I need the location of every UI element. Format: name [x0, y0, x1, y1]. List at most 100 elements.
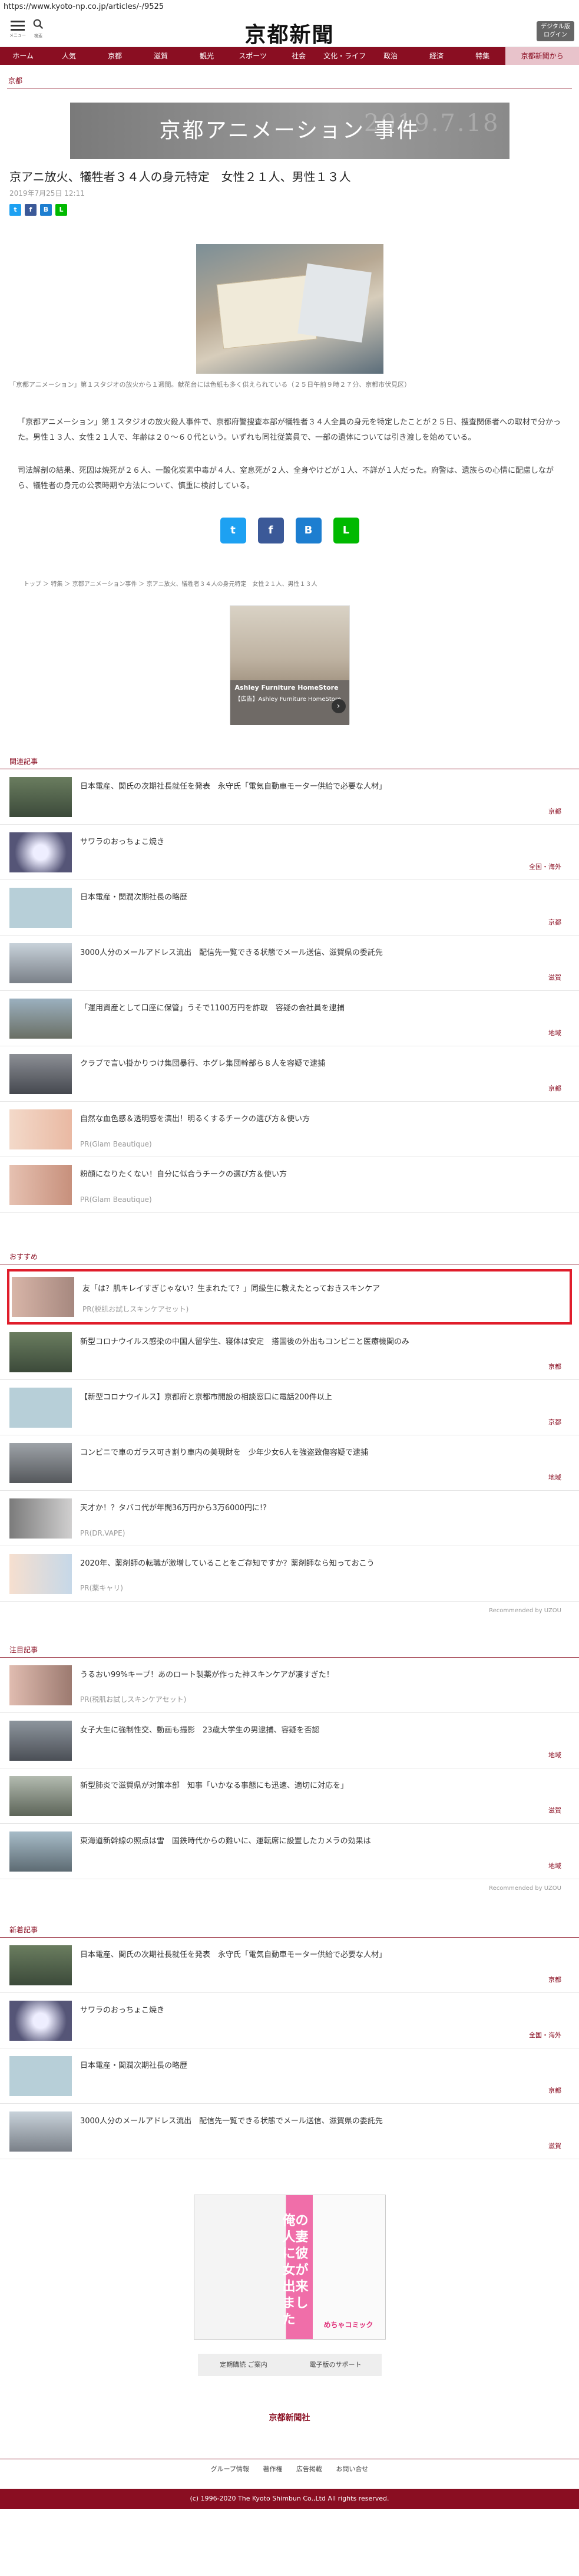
item-tag[interactable]: 滋賀 — [548, 973, 561, 982]
item-title[interactable]: うるおい99%キープ！あのロート製薬が作った神スキンケアが凄すぎた！ — [80, 1668, 561, 1679]
nav-item[interactable]: 社会 — [276, 47, 322, 65]
subscribe-link[interactable]: 定期購読 ご案内 — [198, 2354, 290, 2376]
list-item[interactable]: 2020年、薬剤師の転職が激増していることをご存知ですか？薬剤師なら知っておこう… — [0, 1546, 579, 1602]
item-tag[interactable]: 京都 — [548, 1083, 561, 1093]
list-item[interactable]: 新型肺炎で滋賀県が対策本部 知事「いかなる事態にも迅速、適切に対応を」 滋賀 — [0, 1768, 579, 1824]
item-pr[interactable]: PR(Glam Beautique) — [80, 1140, 152, 1148]
line-icon[interactable]: L — [55, 204, 67, 216]
list-item[interactable]: 東海道新幹線の照点は雪 国鉄時代からの難いに、運転席に設置したカメラの効果は 地… — [0, 1824, 579, 1879]
item-tag[interactable]: 滋賀 — [548, 2141, 561, 2150]
item-title[interactable]: 女子大生に強制性交、動画も撮影 23歳大学生の男逮捕、容疑を否認 — [80, 1724, 561, 1735]
breadcrumb-item[interactable]: トップ — [24, 581, 41, 588]
item-tag[interactable]: 全国・海外 — [529, 862, 561, 871]
list-item[interactable]: 自然な血色感＆透明感を演出！明るくするチークの選び方＆使い方 PR(Glam B… — [0, 1102, 579, 1157]
list-item[interactable]: 日本電産、関氏の次期社長就任を発表 永守氏「電気自動車モーター供給で必要な人材」… — [0, 769, 579, 825]
nav-item[interactable]: 滋賀 — [138, 47, 184, 65]
item-title[interactable]: 「運用資産として口座に保管」うそで1100万円を詐取 容疑の会社員を逮捕 — [80, 1002, 561, 1013]
item-title[interactable]: 東海道新幹線の照点は雪 国鉄時代からの難いに、運転席に設置したカメラの効果は — [80, 1834, 561, 1846]
list-item[interactable]: 粉顔になりたくない！自分に似合うチークの選び方＆使い方 PR(Glam Beau… — [0, 1157, 579, 1213]
item-tag[interactable]: 地域 — [548, 1861, 561, 1870]
list-item[interactable]: 日本電産、関氏の次期社長就任を発表 永守氏「電気自動車モーター供給で必要な人材」… — [0, 1938, 579, 1993]
item-tag[interactable]: 全国・海外 — [529, 2030, 561, 2040]
item-tag[interactable]: 京都 — [548, 917, 561, 927]
url-bar[interactable]: https://www.kyoto-np.co.jp/articles/-/95… — [0, 0, 579, 13]
item-title[interactable]: クラブで言い掛かりつけ集団暴行、ホグレ集団幹部ら８人を容疑で逮捕 — [80, 1057, 561, 1068]
item-title[interactable]: 日本電産・関潤次期社長の略歴 — [80, 891, 561, 902]
nav-item[interactable]: ホーム — [0, 47, 46, 65]
chevron-right-icon[interactable]: › — [331, 699, 346, 713]
item-title[interactable]: 2020年、薬剤師の転職が激増していることをご存知ですか？薬剤師なら知っておこう — [80, 1557, 561, 1568]
footer-logo[interactable]: 京都新聞社 — [0, 2412, 579, 2423]
footer-ad[interactable]: 俺の人妻に彼女が出来ました めちゃコミック — [193, 2195, 386, 2340]
support-link[interactable]: 電子版のサポート — [290, 2354, 382, 2376]
item-title[interactable]: 粉顔になりたくない！自分に似合うチークの選び方＆使い方 — [80, 1168, 561, 1179]
nav-item[interactable]: 人気 — [46, 47, 92, 65]
nav-item[interactable]: 経済 — [413, 47, 459, 65]
hatena-icon[interactable]: B — [295, 518, 322, 543]
item-pr[interactable]: PR(薬キャリ) — [80, 1583, 123, 1593]
item-tag[interactable]: 地域 — [548, 1028, 561, 1037]
list-item[interactable]: サワラのおっちょこ焼き 全国・海外 — [0, 1993, 579, 2048]
recommended-by[interactable]: Recommended by UZOU — [0, 1602, 579, 1614]
item-title[interactable]: 新型肺炎で滋賀県が対策本部 知事「いかなる事態にも迅速、適切に対応を」 — [80, 1779, 561, 1790]
item-tag[interactable]: 地域 — [548, 1750, 561, 1760]
item-title[interactable]: サワラのおっちょこ焼き — [80, 835, 561, 846]
item-tag[interactable]: 京都 — [548, 1417, 561, 1427]
nav-item[interactable]: 文化・ライフ — [322, 47, 368, 65]
item-pr[interactable]: PR(Glam Beautique) — [80, 1195, 152, 1204]
item-pr[interactable]: PR(税肌お試しスキンケアセット) — [82, 1304, 188, 1314]
item-title[interactable]: 【新型コロナウイルス】京都府と京都市開設の相談窓口に電話200件以上 — [80, 1391, 561, 1402]
item-title[interactable]: 自然な血色感＆透明感を演出！明るくするチークの選び方＆使い方 — [80, 1112, 561, 1124]
nav-item[interactable]: 京都新聞から — [505, 47, 579, 65]
list-item[interactable]: 女子大生に強制性交、動画も撮影 23歳大学生の男逮捕、容疑を否認 地域 — [0, 1713, 579, 1768]
list-item[interactable]: 「運用資産として口座に保管」うそで1100万円を詐取 容疑の会社員を逮捕 地域 — [0, 991, 579, 1046]
list-item-highlighted[interactable]: 友「は？肌キレイすぎじゃない？生まれたて？」同級生に教えたとっておきスキンケア … — [7, 1269, 572, 1325]
list-item[interactable]: 天才か！？タバコ代が年間36万円から3万6000円に!? PR(DR.VAPE) — [0, 1491, 579, 1546]
list-item[interactable]: 日本電産・関潤次期社長の略歴 京都 — [0, 2048, 579, 2104]
facebook-icon[interactable]: f — [25, 204, 37, 216]
list-item[interactable]: 3000人分のメールアドレス流出 配信先一覧できる状態でメール送信、滋賀県の委託… — [0, 935, 579, 991]
list-item[interactable]: 新型コロナウイルス感染の中国人留学生、寝体は安定 搭国後の外出もコンビニと医療機… — [0, 1325, 579, 1380]
footer-link[interactable]: 広告掲載 — [296, 2465, 322, 2473]
list-item[interactable]: 3000人分のメールアドレス流出 配信先一覧できる状態でメール送信、滋賀県の委託… — [0, 2104, 579, 2159]
sponsored-ad[interactable]: Ashley Furniture HomeStore 【広告】Ashley Fu… — [229, 605, 350, 725]
item-tag[interactable]: 京都 — [548, 1362, 561, 1371]
item-title[interactable]: 日本電産、関氏の次期社長就任を発表 永守氏「電気自動車モーター供給で必要な人材」 — [80, 780, 561, 791]
hatena-icon[interactable]: B — [40, 204, 52, 216]
list-item[interactable]: 【新型コロナウイルス】京都府と京都市開設の相談窓口に電話200件以上 京都 — [0, 1380, 579, 1435]
nav-item[interactable]: 政治 — [368, 47, 413, 65]
item-tag[interactable]: 地域 — [548, 1473, 561, 1482]
nav-item[interactable]: 観光 — [184, 47, 230, 65]
twitter-icon[interactable]: t — [220, 518, 246, 543]
item-tag[interactable]: 京都 — [548, 1975, 561, 1984]
breadcrumb-item[interactable]: 京都アニメーション事件 — [72, 581, 137, 588]
footer-link[interactable]: お問い合せ — [336, 2465, 368, 2473]
twitter-icon[interactable]: t — [9, 204, 21, 216]
item-title[interactable]: コンビニで車のガラス可き割り車内の美現財を 少年少女6人を強盗致傷容疑で逮捕 — [80, 1446, 561, 1457]
digital-login-button[interactable]: デジタル版 ログイン — [537, 21, 574, 41]
facebook-icon[interactable]: f — [257, 518, 284, 543]
footer-link[interactable]: グループ情報 — [211, 2465, 249, 2473]
item-pr[interactable]: PR(税肌お試しスキンケアセット) — [80, 1694, 186, 1704]
nav-item[interactable]: 京都 — [92, 47, 138, 65]
recommended-by[interactable]: Recommended by UZOU — [0, 1879, 579, 1892]
list-item[interactable]: コンビニで車のガラス可き割り車内の美現財を 少年少女6人を強盗致傷容疑で逮捕 地… — [0, 1435, 579, 1491]
line-icon[interactable]: L — [333, 518, 359, 543]
site-logo[interactable]: 京都新聞 — [0, 18, 579, 48]
item-title[interactable]: 天才か！？タバコ代が年間36万円から3万6000円に!? — [80, 1501, 561, 1513]
item-tag[interactable]: 京都 — [548, 2086, 561, 2095]
item-tag[interactable]: 滋賀 — [548, 1806, 561, 1815]
item-title[interactable]: 3000人分のメールアドレス流出 配信先一覧できる状態でメール送信、滋賀県の委託… — [80, 2114, 561, 2126]
item-title[interactable]: サワラのおっちょこ焼き — [80, 2004, 561, 2015]
item-title[interactable]: 日本電産・関潤次期社長の略歴 — [80, 2059, 561, 2070]
item-title[interactable]: 3000人分のメールアドレス流出 配信先一覧できる状態でメール送信、滋賀県の委託… — [80, 946, 561, 957]
footer-link[interactable]: 著作権 — [263, 2465, 282, 2473]
item-title[interactable]: 新型コロナウイルス感染の中国人留学生、寝体は安定 搭国後の外出もコンビニと医療機… — [80, 1335, 561, 1346]
item-title[interactable]: 友「は？肌キレイすぎじゃない？生まれたて？」同級生に教えたとっておきスキンケア — [82, 1282, 552, 1293]
nav-item[interactable]: スポーツ — [230, 47, 276, 65]
list-item[interactable]: うるおい99%キープ！あのロート製薬が作った神スキンケアが凄すぎた！ PR(税肌… — [0, 1658, 579, 1713]
breadcrumb-item[interactable]: 特集 — [51, 581, 62, 588]
list-item[interactable]: サワラのおっちょこ焼き 全国・海外 — [0, 825, 579, 880]
feature-banner[interactable]: 京都アニメーション 事件 2019.7.18 — [70, 103, 509, 159]
item-pr[interactable]: PR(DR.VAPE) — [80, 1529, 125, 1537]
